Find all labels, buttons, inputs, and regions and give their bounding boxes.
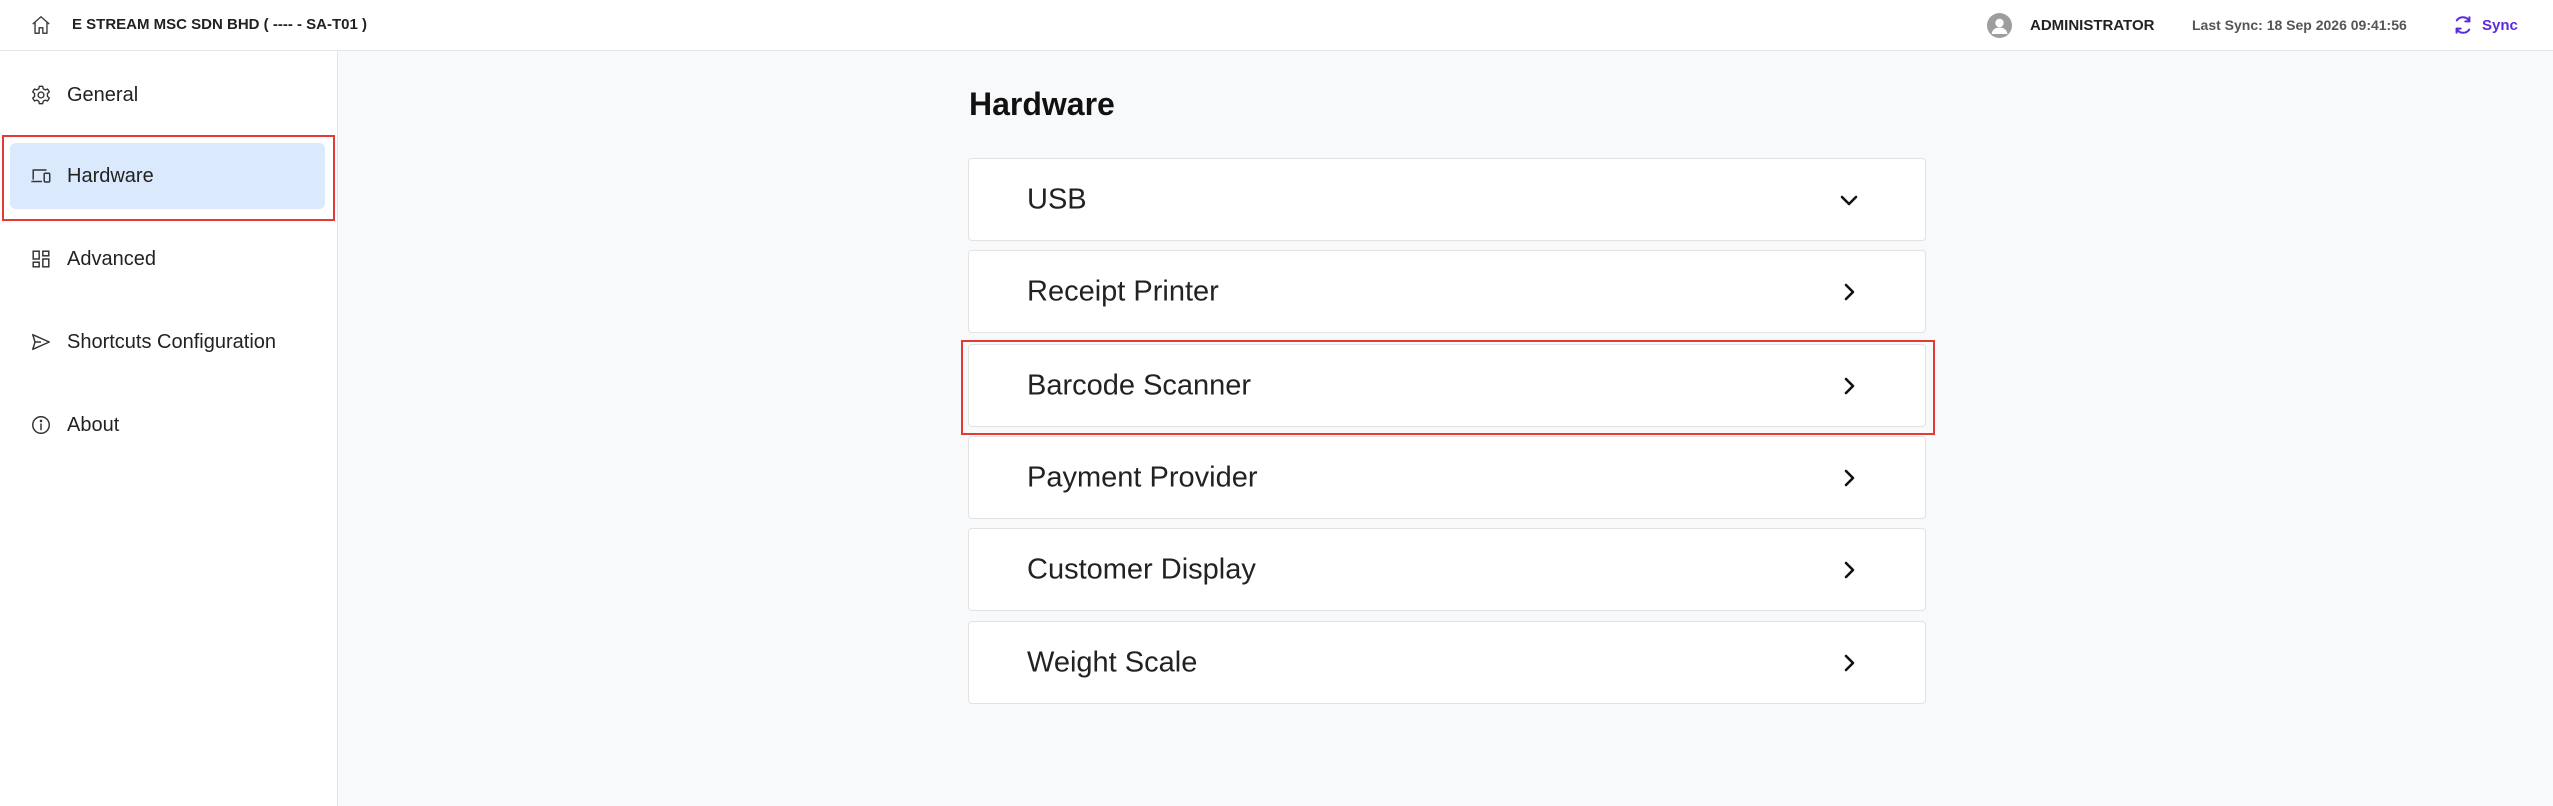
chevron-right-icon [1844, 283, 1855, 300]
avatar[interactable] [1987, 13, 2012, 38]
user-name[interactable]: ADMINISTRATOR [2030, 17, 2154, 34]
sidebar-item-about[interactable]: About [10, 392, 325, 458]
hardware-highlight-box [2, 135, 335, 221]
page-title: Hardware [969, 86, 1115, 122]
company-name: E STREAM MSC SDN BHD ( ---- - SA-T01 ) [72, 16, 367, 33]
sync-icon [2455, 16, 2471, 34]
sidebar-item-shortcuts-configuration[interactable]: Shortcuts Configuration [10, 309, 325, 375]
section-usb[interactable]: USB [968, 158, 1926, 241]
chevron-right-icon [1844, 469, 1855, 486]
barcode-scanner-highlight-box [961, 340, 1935, 435]
last-sync-status: Last Sync: 18 Sep 2026 09:41:56 [2192, 17, 2407, 33]
chevron-down-icon [1840, 195, 1858, 205]
section-receipt-printer[interactable]: Receipt Printer [968, 250, 1926, 333]
send-icon [32, 333, 50, 351]
sidebar-item-label: General [67, 83, 139, 106]
sidebar-item-general[interactable]: General [10, 62, 325, 128]
sync-button[interactable]: Sync [2452, 12, 2518, 38]
chevron-right-icon [1844, 654, 1855, 671]
gear-icon [32, 85, 50, 105]
chevron-right-icon [1844, 561, 1855, 578]
section-label: Weight Scale [1027, 646, 1198, 678]
section-label: Receipt Printer [1027, 275, 1219, 307]
section-customer-display[interactable]: Customer Display [968, 528, 1926, 611]
user-icon [1991, 18, 2008, 34]
sidebar-item-label: Shortcuts Configuration [67, 330, 277, 353]
section-label: Customer Display [1027, 553, 1256, 585]
section-weight-scale[interactable]: Weight Scale [968, 621, 1926, 704]
section-payment-provider[interactable]: Payment Provider [968, 436, 1926, 519]
dashboard-grid-icon [32, 250, 50, 268]
sync-label: Sync [2482, 16, 2518, 34]
home-icon[interactable] [30, 14, 52, 36]
section-label: USB [1027, 183, 1087, 215]
sidebar-item-label: Advanced [67, 247, 156, 270]
sidebar-item-advanced[interactable]: Advanced [10, 226, 325, 292]
top-bar: E STREAM MSC SDN BHD ( ---- - SA-T01 ) A… [0, 0, 2553, 51]
section-label: Payment Provider [1027, 461, 1258, 493]
info-icon [32, 416, 50, 434]
sidebar-item-label: About [67, 413, 120, 436]
